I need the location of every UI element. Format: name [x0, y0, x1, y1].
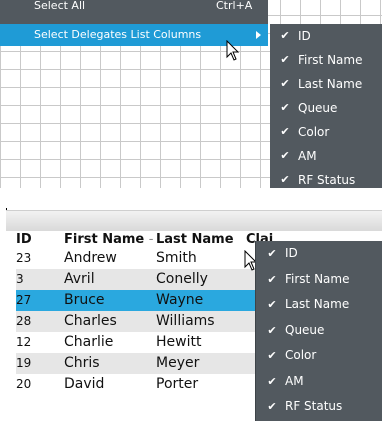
- cell-last-name: Hewitt: [156, 334, 202, 350]
- columns-submenu: ✔ ID ✔ First Name ✔ Last Name ✔ Queue ✔ …: [256, 241, 382, 421]
- cell-last-name: Smith: [156, 250, 197, 266]
- submenu-item-last-name[interactable]: ✔ Last Name: [256, 292, 382, 318]
- check-icon: ✔: [280, 149, 290, 162]
- check-icon: ✔: [267, 323, 277, 337]
- check-icon: ✔: [280, 101, 290, 114]
- submenu-item-last-name[interactable]: ✔ Last Name: [270, 72, 382, 96]
- check-icon: ✔: [280, 125, 290, 138]
- submenu-item-label: AM: [285, 373, 304, 388]
- submenu-item-id[interactable]: ✔ ID: [256, 241, 382, 267]
- submenu-item-am[interactable]: ✔ AM: [270, 144, 382, 168]
- check-icon: ✔: [267, 400, 277, 413]
- cell-id: 27: [16, 290, 64, 311]
- column-header-last-name[interactable]: Last Name: [156, 232, 246, 248]
- cell-id: 28: [16, 311, 64, 332]
- submenu-item-label: Queue: [298, 101, 338, 115]
- cell-last-name: Meyer: [156, 353, 246, 374]
- submenu-item-label: Color: [298, 125, 330, 139]
- submenu-item-label: First Name: [285, 271, 350, 286]
- check-icon: ✔: [267, 374, 277, 388]
- submenu-item-label: ID: [298, 29, 311, 43]
- sort-indicator-icon: -: [148, 232, 154, 247]
- submenu-item-label: Last Name: [298, 77, 363, 91]
- cell-id: 12: [16, 335, 32, 349]
- submenu-item-color[interactable]: ✔ Color: [256, 343, 382, 369]
- submenu-item-first-name[interactable]: ✔ First Name: [256, 267, 382, 293]
- submenu-item-label: Queue: [285, 322, 325, 337]
- submenu-item-first-name[interactable]: ✔ First Name: [270, 48, 382, 72]
- check-icon: ✔: [280, 29, 290, 42]
- menu-item-label: Select All: [34, 0, 86, 12]
- menu-item-select-all[interactable]: Select All Ctrl+A: [0, 0, 268, 16]
- submenu-item-id[interactable]: ✔ ID: [270, 24, 382, 48]
- menu-item-label: Select Delegates List Columns: [34, 28, 202, 41]
- column-header-id[interactable]: ID: [16, 232, 64, 248]
- column-header-first-name[interactable]: First Name -: [64, 232, 156, 248]
- top-panel: Select All Ctrl+A Select Delegates List …: [0, 0, 382, 188]
- cell-last-name: Williams: [156, 311, 246, 332]
- cell-last-name: Wayne: [156, 290, 246, 311]
- submenu-item-label: RF Status: [285, 399, 343, 413]
- cell-last-name: Conelly: [156, 269, 246, 290]
- check-icon: ✔: [267, 349, 277, 362]
- submenu-item-label: Color: [285, 348, 317, 362]
- cell-id: 20: [16, 377, 32, 391]
- submenu-item-am[interactable]: ✔ AM: [256, 369, 382, 395]
- check-icon: ✔: [280, 173, 290, 186]
- submenu-item-label: AM: [298, 149, 317, 163]
- menu-item-shortcut: Ctrl+A: [216, 0, 253, 12]
- toolbar-strip: [6, 210, 382, 231]
- submenu-item-rf-status[interactable]: ✔ RF Status: [256, 394, 382, 420]
- cell-first-name: Charlie: [64, 334, 114, 350]
- columns-submenu: ✔ ID ✔ First Name ✔ Last Name ✔ Queue ✔ …: [270, 24, 382, 188]
- cell-first-name: David: [64, 376, 105, 392]
- submenu-item-queue[interactable]: ✔ Queue: [270, 96, 382, 120]
- mouse-pointer-icon: [226, 40, 240, 61]
- cell-id: 19: [16, 353, 64, 374]
- submenu-item-label: Last Name: [285, 297, 350, 311]
- check-icon: ✔: [267, 298, 277, 311]
- cell-first-name: Chris: [64, 353, 156, 374]
- submenu-item-label: First Name: [298, 53, 363, 67]
- submenu-item-queue[interactable]: ✔ Queue: [256, 318, 382, 344]
- check-icon: ✔: [280, 77, 290, 90]
- check-icon: ✔: [267, 247, 277, 260]
- check-icon: ✔: [267, 272, 277, 286]
- submenu-item-rf-status[interactable]: ✔ RF Status: [270, 168, 382, 188]
- cell-first-name: Avril: [64, 269, 156, 290]
- check-icon: ✔: [280, 53, 290, 66]
- cell-id: 23: [16, 251, 32, 265]
- submenu-item-color[interactable]: ✔ Color: [270, 120, 382, 144]
- cell-first-name: Andrew: [64, 250, 117, 266]
- column-header-label: First Name: [64, 232, 145, 247]
- cell-id: 3: [16, 269, 64, 290]
- submenu-item-label: RF Status: [298, 173, 356, 187]
- submenu-item-label: ID: [285, 246, 298, 260]
- cell-first-name: Charles: [64, 311, 156, 332]
- cell-first-name: Bruce: [64, 290, 156, 311]
- submenu-arrow-icon: [256, 31, 261, 39]
- cell-last-name: Porter: [156, 376, 199, 392]
